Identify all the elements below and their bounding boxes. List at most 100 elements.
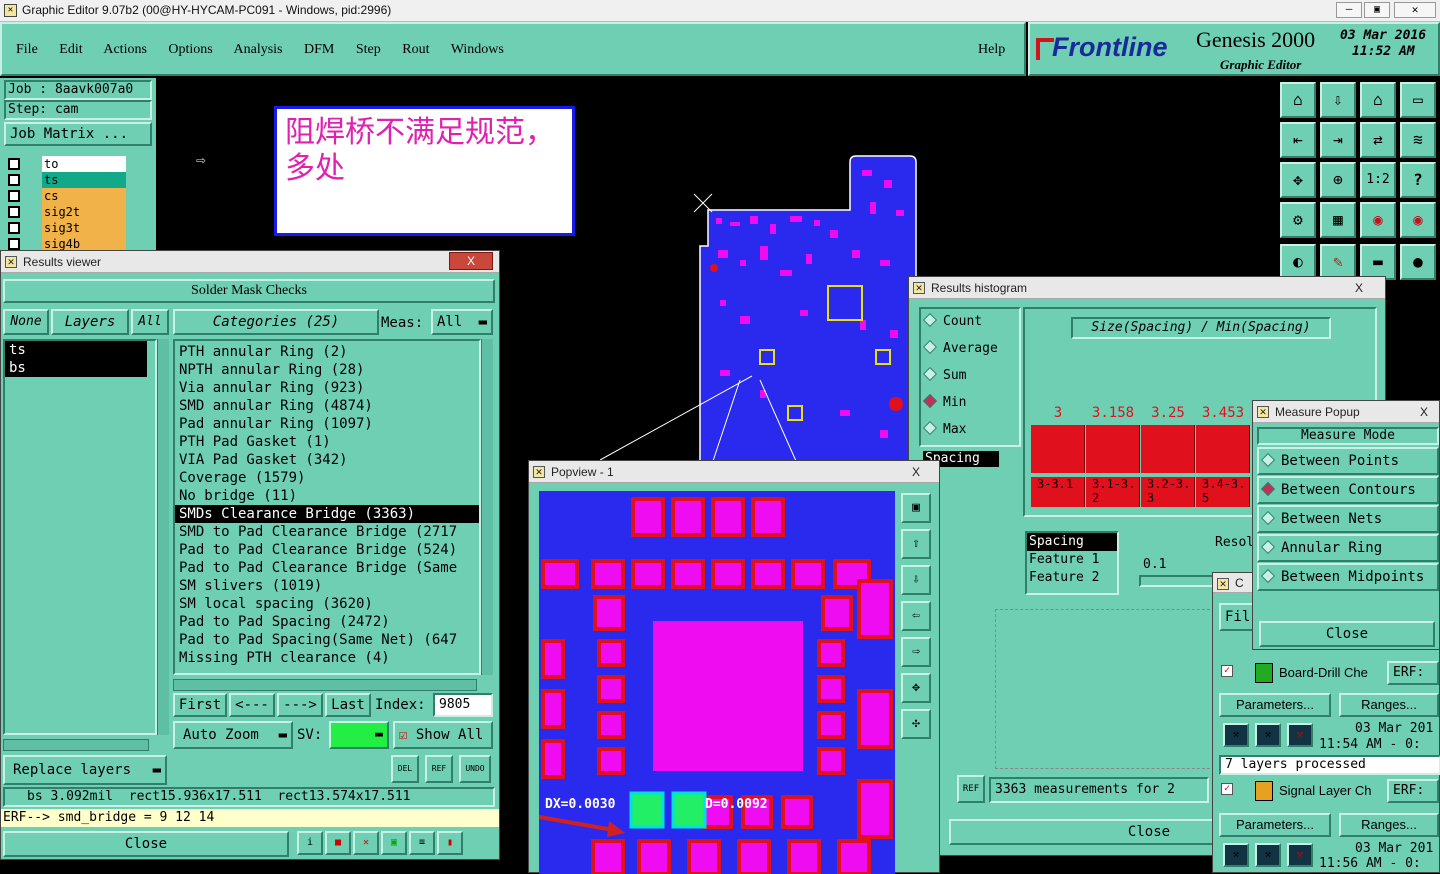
option-count[interactable]: Count — [921, 309, 1019, 336]
category-item[interactable]: PTH Pad Gasket (1) — [175, 433, 479, 451]
mode-between-midpoints[interactable]: Between Midpoints — [1257, 563, 1439, 591]
menu-actions[interactable]: Actions — [103, 42, 147, 57]
layer-row[interactable]: ts — [4, 172, 126, 188]
categories-scrollbar[interactable] — [481, 339, 493, 675]
category-item[interactable]: Pad to Pad Clearance Bridge (524) — [175, 541, 479, 559]
erf-button[interactable]: ERF: — [1387, 661, 1439, 685]
info-icon[interactable]: i — [297, 831, 323, 855]
categories-list[interactable]: PTH annular Ring (2) NPTH annular Ring (2… — [173, 339, 481, 675]
run-icon[interactable]: ⚒ — [1255, 723, 1281, 747]
menu-rout[interactable]: Rout — [402, 42, 429, 57]
mode-between-points[interactable]: Between Points — [1257, 447, 1439, 475]
layer-checkbox[interactable] — [8, 238, 20, 250]
ruler-icon[interactable]: ▬ — [1360, 244, 1396, 280]
window-close-button[interactable]: ✕ — [1394, 2, 1436, 18]
grid-icon[interactable]: ▦ — [1320, 202, 1356, 238]
stop-icon[interactable]: ■ — [325, 831, 351, 855]
left-in-icon[interactable]: ⇤ — [1280, 122, 1316, 158]
sv-color-select[interactable]: ▬ — [329, 721, 389, 749]
histogram-bar[interactable] — [1086, 425, 1140, 473]
ref-button[interactable]: REF — [425, 755, 453, 783]
menu-options[interactable]: Options — [168, 42, 212, 57]
chip-icon[interactable]: ▣ — [381, 831, 407, 855]
option-min[interactable]: Min — [921, 390, 1019, 417]
feature-list-item[interactable]: Feature 1 — [1027, 551, 1117, 569]
mode-between-nets[interactable]: Between Nets — [1257, 505, 1439, 533]
measure-close-x[interactable]: X — [1413, 401, 1435, 423]
parameters-button[interactable]: Parameters... — [1219, 813, 1331, 837]
popview-close-x[interactable]: X — [901, 461, 931, 483]
layer-row[interactable]: sig4b — [4, 236, 126, 250]
job-matrix-button[interactable]: Job Matrix ... — [4, 122, 152, 146]
home-icon[interactable]: ⌂ — [1280, 82, 1316, 118]
histogram-close-x[interactable]: X — [1339, 277, 1379, 295]
replace-layers-select[interactable]: Replace layers ▬ — [3, 755, 167, 785]
feature-list-item[interactable]: Feature 2 — [1027, 569, 1117, 587]
ratio-icon[interactable]: 1:2 — [1360, 162, 1396, 198]
layer-checkbox[interactable] — [8, 190, 20, 202]
swap-icon[interactable]: ⇄ — [1360, 122, 1396, 158]
run-icon[interactable]: ⚒ — [1223, 723, 1249, 747]
run-icon[interactable]: ⚒ — [1287, 843, 1313, 867]
category-item[interactable]: SMD annular Ring (4874) — [175, 397, 479, 415]
layer-row[interactable]: sig2t — [4, 204, 126, 220]
net-icon[interactable]: ◉ — [1400, 202, 1436, 238]
categories-hscroll[interactable] — [173, 679, 477, 691]
layer-checkbox[interactable] — [8, 222, 20, 234]
show-all-toggle[interactable]: ☑ Show All — [393, 721, 493, 749]
measure-close-button[interactable]: Close — [1259, 621, 1435, 647]
layer-row[interactable]: cs — [4, 188, 126, 204]
category-item[interactable]: Pad to Pad Clearance Bridge (Same — [175, 559, 479, 577]
dot-icon[interactable]: ● — [1400, 244, 1436, 280]
layers-button[interactable]: Layers — [51, 309, 129, 335]
layer-row[interactable]: sig3t — [4, 220, 126, 236]
menu-file[interactable]: File — [16, 42, 38, 57]
layer-list-hscroll[interactable] — [3, 739, 149, 751]
option-sum[interactable]: Sum — [921, 363, 1019, 390]
index-input[interactable]: 9805 — [433, 693, 493, 717]
histogram-bar[interactable] — [1196, 425, 1250, 473]
house-icon[interactable]: ⌂ — [1360, 82, 1396, 118]
category-item[interactable]: Via annular Ring (923) — [175, 379, 479, 397]
run-icon[interactable]: ⚒ — [1223, 843, 1249, 867]
layer-checkbox[interactable] — [8, 158, 20, 170]
popview-zoom-out-icon[interactable]: ✥ — [901, 673, 931, 703]
maximize-button[interactable]: ▣ — [1364, 2, 1390, 18]
mode-annular-ring[interactable]: Annular Ring — [1257, 534, 1439, 562]
category-item[interactable]: Coverage (1579) — [175, 469, 479, 487]
histogram-bar[interactable] — [1141, 425, 1195, 473]
menu-edit[interactable]: Edit — [59, 42, 82, 57]
pencil-icon[interactable]: ✎ — [1320, 244, 1356, 280]
layer-checkbox[interactable] — [8, 174, 20, 186]
category-item[interactable]: SM local spacing (3620) — [175, 595, 479, 613]
histogram-icon[interactable]: ▮ — [437, 831, 463, 855]
category-item[interactable]: VIA Pad Gasket (342) — [175, 451, 479, 469]
undo-button[interactable]: UNDO — [459, 755, 491, 783]
category-item[interactable]: Pad to Pad Spacing (2472) — [175, 613, 479, 631]
menu-step[interactable]: Step — [356, 42, 381, 57]
category-item[interactable]: SMD to Pad Clearance Bridge (2717 — [175, 523, 479, 541]
layer-results-item[interactable]: bs — [5, 359, 147, 377]
last-button[interactable]: Last — [325, 693, 371, 717]
ranges-button[interactable]: Ranges... — [1339, 693, 1439, 717]
categories-button[interactable]: Categories (25) — [173, 309, 379, 335]
next-button[interactable]: ---> — [277, 693, 323, 717]
parameters-button[interactable]: Parameters... — [1219, 693, 1331, 717]
auto-zoom-select[interactable]: Auto Zoom ▬ — [173, 721, 293, 749]
drc-icon[interactable]: ◉ — [1360, 202, 1396, 238]
menu-help[interactable]: Help — [978, 42, 1005, 58]
histogram-ref-button[interactable]: REF — [957, 775, 985, 803]
popview-left-icon[interactable]: ⇦ — [901, 601, 931, 631]
window-icon[interactable]: ▭ — [1400, 82, 1436, 118]
menu-windows[interactable]: Windows — [451, 42, 504, 57]
fit-icon[interactable]: ✥ — [1280, 162, 1316, 198]
layer-results-item[interactable]: ts — [5, 341, 147, 359]
prev-button[interactable]: <--- — [229, 693, 275, 717]
popview-fit-icon[interactable]: ▣ — [901, 493, 931, 523]
ranges-button[interactable]: Ranges... — [1339, 813, 1439, 837]
del-button[interactable]: DEL — [391, 755, 419, 783]
layer-checkbox[interactable] — [8, 206, 20, 218]
popview-canvas[interactable] — [539, 491, 895, 874]
minimize-button[interactable]: – — [1336, 2, 1362, 18]
zoom-icon[interactable]: ⊕ — [1320, 162, 1356, 198]
